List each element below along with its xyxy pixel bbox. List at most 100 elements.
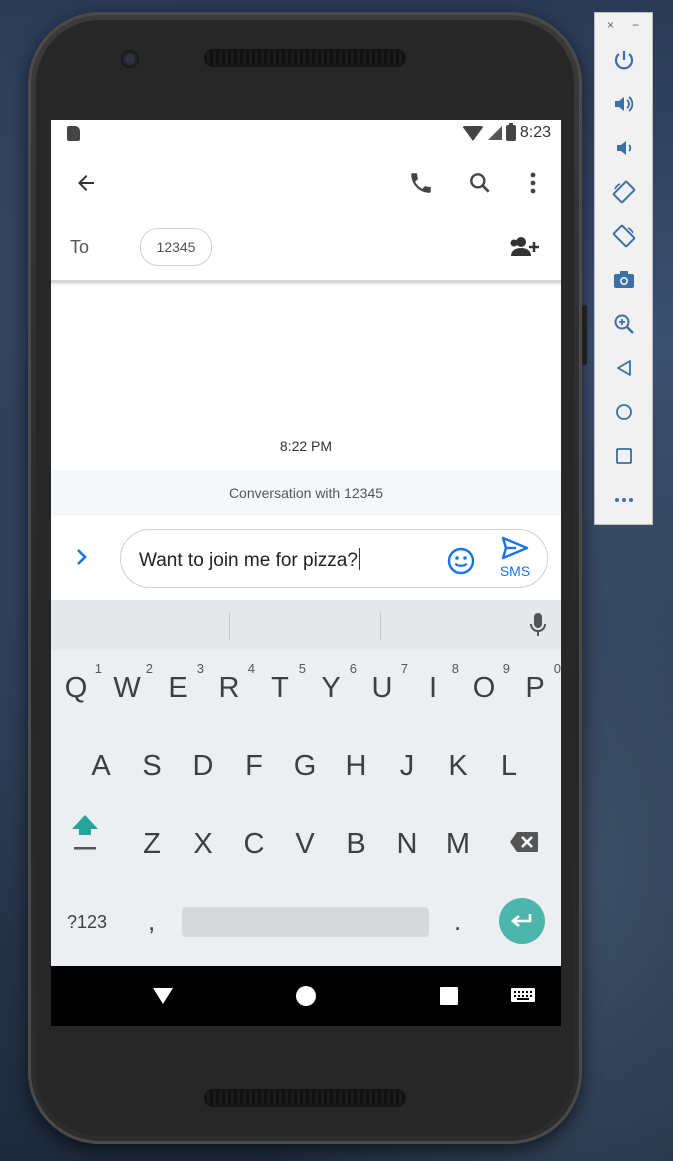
camera-icon[interactable]	[609, 265, 639, 295]
key-label: Q	[64, 672, 88, 704]
symbols-key[interactable]: ?123	[67, 912, 107, 933]
key-i[interactable]: I8	[409, 658, 459, 718]
key-w[interactable]: W2	[103, 658, 153, 718]
key-label: O	[472, 672, 496, 704]
key-h[interactable]: H	[332, 736, 380, 796]
wifi-icon	[461, 125, 484, 141]
zoom-icon[interactable]	[609, 309, 639, 339]
key-e[interactable]: E3	[154, 658, 204, 718]
emulator-close-button[interactable]: ×	[607, 18, 614, 32]
key-hint-number: 4	[247, 661, 255, 676]
send-sms-label: SMS	[499, 563, 531, 579]
key-hint-number: 1	[94, 661, 102, 676]
emulator-toolbar: × −	[594, 12, 653, 525]
recipient-chip[interactable]: 12345	[140, 228, 212, 266]
key-c[interactable]: C	[230, 814, 278, 874]
key-u[interactable]: U7	[358, 658, 408, 718]
key-hint-number: 9	[502, 661, 510, 676]
key-d[interactable]: D	[179, 736, 227, 796]
overview-icon[interactable]	[609, 441, 639, 471]
more-options-icon[interactable]	[516, 166, 550, 200]
backspace-key[interactable]	[500, 814, 548, 874]
status-bar: 8:23	[51, 120, 561, 148]
comma-key[interactable]: ,	[148, 906, 155, 937]
conversation-banner: Conversation with 12345	[51, 470, 561, 516]
power-icon[interactable]	[609, 45, 639, 75]
emoji-icon[interactable]	[447, 547, 475, 580]
key-n[interactable]: N	[383, 814, 431, 874]
rotate-right-icon[interactable]	[609, 221, 639, 251]
message-input[interactable]: Want to join me for pizza? SMS	[120, 529, 548, 588]
key-m[interactable]: M	[434, 814, 482, 874]
key-label: P	[525, 672, 545, 704]
front-camera	[121, 50, 139, 68]
spacebar[interactable]	[182, 907, 429, 937]
suggestion-strip	[51, 600, 561, 650]
key-g[interactable]: G	[281, 736, 329, 796]
emulator-minimize-button[interactable]: −	[632, 18, 639, 32]
phone-side-button[interactable]	[582, 305, 587, 365]
key-hint-number: 0	[553, 661, 561, 676]
key-f[interactable]: F	[230, 736, 278, 796]
key-hint-number: 3	[196, 661, 204, 676]
expand-chevron-icon[interactable]	[75, 546, 89, 574]
back-icon[interactable]	[609, 353, 639, 383]
key-v[interactable]: V	[281, 814, 329, 874]
key-z[interactable]: Z	[128, 814, 176, 874]
key-label: I	[428, 672, 438, 704]
key-a[interactable]: A	[77, 736, 125, 796]
shift-key[interactable]	[61, 812, 109, 872]
key-q[interactable]: Q1	[52, 658, 102, 718]
key-t[interactable]: T5	[256, 658, 306, 718]
android-nav-bar	[51, 966, 561, 1026]
back-arrow-icon[interactable]	[69, 166, 103, 200]
status-time: 8:23	[519, 124, 551, 141]
text-caret	[358, 548, 360, 570]
period-key[interactable]: .	[454, 906, 461, 937]
soft-keyboard: Q1W2E3R4T5Y6U7I8O9P0 ASDFGHJKL ZXCVBNM ?…	[51, 600, 561, 966]
key-y[interactable]: Y6	[307, 658, 357, 718]
key-label: E	[168, 672, 188, 704]
volume-up-icon[interactable]	[609, 89, 639, 119]
send-icon	[501, 536, 529, 560]
send-sms-button[interactable]: SMS	[497, 536, 533, 579]
recipient-row: To 12345	[51, 218, 561, 283]
suggestion-divider	[380, 612, 381, 640]
search-icon[interactable]	[463, 166, 497, 200]
sd-card-icon	[67, 126, 80, 141]
key-label: Y	[321, 672, 341, 704]
key-s[interactable]: S	[128, 736, 176, 796]
rotate-left-icon[interactable]	[609, 177, 639, 207]
compose-row: Want to join me for pizza? SMS	[51, 516, 561, 600]
key-hint-number: 5	[298, 661, 306, 676]
more-icon[interactable]	[609, 485, 639, 515]
cell-signal-icon	[487, 126, 502, 140]
volume-down-icon[interactable]	[609, 133, 639, 163]
enter-arrow-icon	[510, 914, 532, 927]
enter-key[interactable]	[499, 898, 545, 944]
key-b[interactable]: B	[332, 814, 380, 874]
key-label: T	[271, 672, 289, 704]
bottom-speaker-grille	[204, 1089, 406, 1107]
key-l[interactable]: L	[485, 736, 533, 796]
nav-keyboard-icon[interactable]	[509, 984, 537, 1008]
phone-call-icon[interactable]	[404, 166, 438, 200]
app-bar	[51, 148, 561, 218]
key-x[interactable]: X	[179, 814, 227, 874]
top-speaker-grille	[204, 49, 406, 67]
key-p[interactable]: P0	[511, 658, 561, 718]
key-o[interactable]: O9	[460, 658, 510, 718]
message-input-text: Want to join me for pizza?	[139, 550, 358, 571]
home-icon[interactable]	[609, 397, 639, 427]
key-k[interactable]: K	[434, 736, 482, 796]
key-label: U	[371, 672, 393, 704]
nav-overview-icon[interactable]	[437, 984, 461, 1008]
microphone-icon[interactable]	[529, 612, 547, 643]
key-j[interactable]: J	[383, 736, 431, 796]
key-r[interactable]: R4	[205, 658, 255, 718]
add-person-icon[interactable]	[507, 232, 543, 262]
suggestion-divider	[229, 612, 230, 640]
nav-back-icon[interactable]	[151, 984, 175, 1008]
key-hint-number: 7	[400, 661, 408, 676]
nav-home-icon[interactable]	[294, 984, 318, 1008]
